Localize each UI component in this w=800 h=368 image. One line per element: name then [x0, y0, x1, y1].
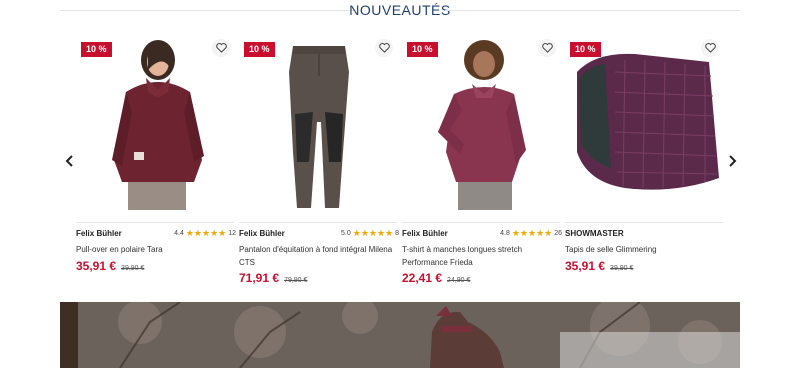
long-sleeve-shirt-image [438, 40, 526, 210]
review-count: 26 [554, 230, 562, 237]
heart-icon [378, 43, 390, 53]
carousel-next-button[interactable] [724, 150, 740, 172]
discount-badge: 10 % [81, 42, 112, 57]
carousel-prev-button[interactable] [61, 150, 77, 172]
discount-badge: 10 % [244, 42, 275, 57]
product-brand: Felix Bühler [76, 229, 122, 238]
star-rating-icon: ★★★★★ [352, 228, 394, 238]
card-divider [565, 222, 723, 223]
product-image[interactable]: 10 % [239, 32, 399, 210]
product-rating: 4.8 ★★★★★ 26 [500, 229, 562, 238]
wishlist-button[interactable] [212, 39, 230, 57]
price-row: 22,41 € 24,90 € [402, 271, 470, 285]
product-name[interactable]: Pull-over en polaire Tara [76, 243, 236, 256]
price-row: 35,91 € 39,90 € [76, 259, 144, 273]
wishlist-button[interactable] [538, 39, 556, 57]
chevron-left-icon [65, 155, 73, 167]
product-name[interactable]: T-shirt à manches longues stretch Perfor… [402, 243, 562, 269]
product-brand: Felix Bühler [402, 229, 448, 238]
product-card[interactable]: 10 % Felix Bühler 4.8 ★★★★★ 26 T-shirt à… [402, 24, 562, 285]
product-old-price: 79,90 € [284, 277, 308, 284]
rating-value: 4.4 [174, 230, 184, 237]
product-carousel: 10 % Felix Bühler 4.4 ★★★★★ 12 Pull-over… [60, 24, 740, 294]
brown-riding-breeches-image [289, 46, 349, 208]
price-row: 35,91 € 39,90 € [565, 259, 633, 273]
product-price: 22,41 € [402, 271, 443, 285]
divider [445, 10, 740, 11]
product-brand: SHOWMASTER [565, 229, 624, 238]
horse-banner-image [60, 302, 740, 368]
star-rating-icon: ★★★★★ [185, 228, 227, 238]
product-image[interactable]: 10 % [402, 32, 562, 210]
product-meta: Felix Bühler 4.8 ★★★★★ 26 [402, 229, 562, 241]
discount-badge: 10 % [407, 42, 438, 57]
hero-banner[interactable] [60, 302, 740, 368]
product-name[interactable]: Pantalon d'équitation à fond intégral Mi… [239, 243, 399, 269]
product-old-price: 24,90 € [447, 277, 471, 284]
review-count: 8 [395, 230, 399, 237]
product-image[interactable]: 10 % [76, 32, 236, 210]
product-image[interactable]: 10 % [565, 32, 725, 210]
chevron-right-icon [728, 155, 736, 167]
rating-value: 5.0 [341, 230, 351, 237]
product-brand: Felix Bühler [239, 229, 285, 238]
product-rating: 5.0 ★★★★★ 8 [341, 229, 399, 238]
product-price: 35,91 € [76, 259, 117, 273]
product-price: 35,91 € [565, 259, 606, 273]
discount-badge: 10 % [570, 42, 601, 57]
star-rating-icon: ★★★★★ [511, 228, 553, 238]
product-card[interactable]: 10 % SHOWMASTER Tapis de selle Glimmerin… [565, 24, 725, 284]
product-meta: SHOWMASTER [565, 229, 725, 241]
product-old-price: 39,90 € [121, 265, 145, 272]
product-meta: Felix Bühler 5.0 ★★★★★ 8 [239, 229, 399, 241]
card-divider [76, 222, 234, 223]
card-divider [402, 222, 560, 223]
heart-icon [704, 43, 716, 53]
product-rating: 4.4 ★★★★★ 12 [174, 229, 236, 238]
rating-value: 4.8 [500, 230, 510, 237]
heart-icon [541, 43, 553, 53]
burgundy-fleece-pullover-image [112, 40, 204, 210]
product-card[interactable]: 10 % Felix Bühler 5.0 ★★★★★ 8 Pantalon d… [239, 24, 399, 285]
product-name[interactable]: Tapis de selle Glimmering [565, 243, 725, 256]
product-old-price: 39,90 € [610, 265, 634, 272]
wishlist-button[interactable] [701, 39, 719, 57]
price-row: 71,91 € 79,90 € [239, 271, 307, 285]
product-price: 71,91 € [239, 271, 280, 285]
wishlist-button[interactable] [375, 39, 393, 57]
product-card[interactable]: 10 % Felix Bühler 4.4 ★★★★★ 12 Pull-over… [76, 24, 236, 284]
heart-icon [215, 43, 227, 53]
purple-saddle-pad-image [577, 53, 719, 190]
section-header: NOUVEAUTÉS [60, 0, 740, 20]
review-count: 12 [228, 230, 236, 237]
card-divider [239, 222, 397, 223]
product-meta: Felix Bühler 4.4 ★★★★★ 12 [76, 229, 236, 241]
